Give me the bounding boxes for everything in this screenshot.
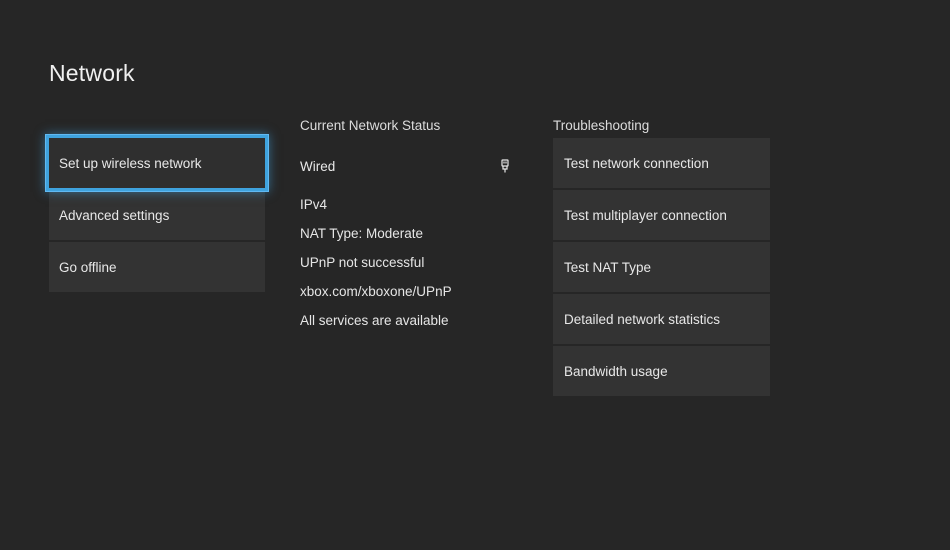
- setup-wireless-button[interactable]: Set up wireless network: [49, 138, 265, 188]
- services-status-text: All services are available: [300, 313, 520, 342]
- test-multiplayer-connection-label: Test multiplayer connection: [564, 208, 727, 223]
- advanced-settings-label: Advanced settings: [59, 208, 169, 223]
- test-nat-type-label: Test NAT Type: [564, 260, 651, 275]
- ip-version-text: IPv4: [300, 197, 520, 226]
- ethernet-plug-icon: [500, 159, 510, 173]
- test-network-connection-label: Test network connection: [564, 156, 709, 171]
- troubleshooting-heading: Troubleshooting: [553, 118, 770, 134]
- advanced-settings-button[interactable]: Advanced settings: [49, 190, 265, 240]
- troubleshooting-panel: Troubleshooting Test network connection …: [553, 118, 770, 134]
- test-nat-type-button[interactable]: Test NAT Type: [553, 242, 770, 292]
- network-menu: Set up wireless network Advanced setting…: [49, 138, 265, 294]
- detailed-network-statistics-label: Detailed network statistics: [564, 312, 720, 327]
- test-multiplayer-connection-button[interactable]: Test multiplayer connection: [553, 190, 770, 240]
- bandwidth-usage-label: Bandwidth usage: [564, 364, 668, 379]
- network-status-heading: Current Network Status: [300, 118, 520, 134]
- setup-wireless-label: Set up wireless network: [59, 156, 202, 171]
- connection-type-row: Wired: [300, 158, 516, 174]
- upnp-status-text: UPnP not successful: [300, 255, 520, 284]
- bandwidth-usage-button[interactable]: Bandwidth usage: [553, 346, 770, 396]
- detailed-network-statistics-button[interactable]: Detailed network statistics: [553, 294, 770, 344]
- connection-type-text: Wired: [300, 159, 335, 174]
- network-status-panel: Current Network Status Wired IPv4 NAT Ty…: [300, 118, 520, 134]
- troubleshooting-list: Test network connection Test multiplayer…: [553, 138, 770, 398]
- status-details: IPv4 NAT Type: Moderate UPnP not success…: [300, 197, 520, 342]
- page-title: Network: [49, 60, 135, 87]
- nat-type-text: NAT Type: Moderate: [300, 226, 520, 255]
- go-offline-button[interactable]: Go offline: [49, 242, 265, 292]
- upnp-help-url-text: xbox.com/xboxone/UPnP: [300, 284, 520, 313]
- go-offline-label: Go offline: [59, 260, 117, 275]
- test-network-connection-button[interactable]: Test network connection: [553, 138, 770, 188]
